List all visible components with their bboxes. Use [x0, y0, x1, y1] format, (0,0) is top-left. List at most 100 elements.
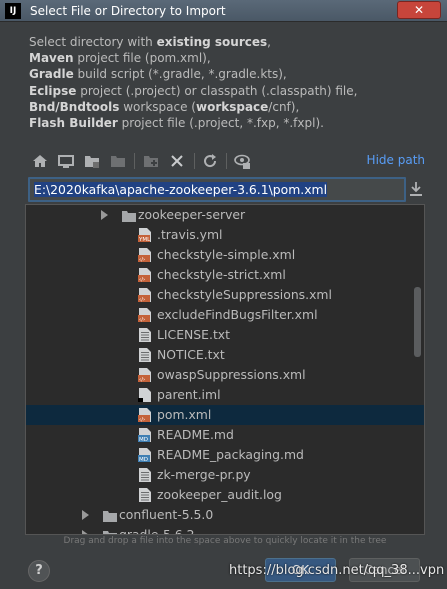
path-input[interactable]: E:\2020kafka\apache-zookeeper-3.6.1\pom.…	[28, 177, 406, 202]
tree-item-label: confluent-5.5.0	[119, 507, 214, 522]
tree-file-row[interactable]: zk-merge-pr.py	[26, 465, 424, 485]
description-text: ,	[267, 35, 271, 49]
tree-item-label: gradle-5.6.2	[119, 527, 195, 535]
path-row: E:\2020kafka\apache-zookeeper-3.6.1\pom.…	[25, 177, 425, 203]
desktop-icon[interactable]	[57, 152, 75, 170]
md-file-icon: MD	[138, 428, 151, 443]
description-text: /cnf),	[268, 99, 300, 114]
expand-arrow-icon[interactable]	[82, 510, 89, 520]
tree-item-label: zookeeper_audit.log	[157, 487, 282, 502]
svg-text:MD: MD	[139, 457, 148, 463]
show-hidden-icon[interactable]	[233, 152, 251, 170]
tree-item-label: checkstyle-strict.xml	[157, 267, 286, 282]
tree-folder-row[interactable]: gradle-5.6.2	[26, 525, 424, 535]
description-keyword: workspace	[195, 99, 269, 114]
tree-file-row[interactable]: ‹/› excludeFindBugsFilter.xml	[26, 305, 424, 325]
tree-item-label: LICENSE.txt	[157, 327, 230, 342]
tree-file-row[interactable]: LICENSE.txt	[26, 325, 424, 345]
tree-file-row[interactable]: zookeeper_audit.log	[26, 485, 424, 505]
description-text: build script (*.gradle, *.gradle.kts),	[73, 67, 287, 82]
tree-file-row[interactable]: parent.iml	[26, 385, 424, 405]
tree-file-row[interactable]: ‹/› checkstyleSuppressions.xml	[26, 285, 424, 305]
md-file-icon: MD	[138, 448, 151, 463]
project-folder-icon[interactable]	[83, 152, 101, 170]
svg-text:‹/›: ‹/›	[139, 277, 145, 283]
tree-file-row[interactable]: ‹/› checkstyle-simple.xml	[26, 245, 424, 265]
tree-item-label: README.md	[157, 427, 234, 442]
text-file-icon	[139, 488, 151, 502]
svg-text:‹/›: ‹/›	[139, 257, 145, 263]
description-line: Select directory with existing sources,	[29, 34, 429, 50]
intellij-app-icon: IJ	[5, 3, 21, 19]
description-keyword: Flash Builder	[29, 116, 118, 131]
file-tree[interactable]: zookeeper-server YML .travis.yml ‹/› checkst…	[25, 204, 425, 535]
xml-file-icon: ‹/›	[138, 308, 151, 323]
text-file-icon	[139, 468, 151, 482]
tree-item-label: checkstyleSuppressions.xml	[157, 287, 332, 302]
toolbar-separator	[134, 153, 135, 169]
xml-file-icon: ‹/›	[138, 408, 151, 423]
tree-item-label: excludeFindBugsFilter.xml	[157, 307, 318, 322]
refresh-icon[interactable]	[201, 152, 219, 170]
iml-file-icon	[138, 388, 151, 402]
folder-icon	[103, 511, 117, 522]
download-icon[interactable]	[409, 181, 423, 197]
description-text: workspace (	[119, 99, 196, 114]
svg-text:‹/›: ‹/›	[139, 377, 145, 383]
xml-file-icon: ‹/›	[138, 288, 151, 303]
tree-file-row[interactable]: MD README.md	[26, 425, 424, 445]
description-line: Bnd/Bndtools workspace (workspace/cnf),	[29, 99, 429, 115]
svg-text:‹/›: ‹/›	[139, 297, 145, 303]
tree-item-label: owaspSuppressions.xml	[157, 367, 306, 382]
expand-arrow-icon[interactable]	[82, 530, 89, 534]
tree-item-label: zookeeper-server	[138, 207, 246, 222]
svg-text:YML: YML	[138, 237, 151, 243]
svg-text:MD: MD	[139, 437, 148, 443]
svg-text:‹/›: ‹/›	[139, 317, 145, 323]
home-icon[interactable]	[31, 152, 49, 170]
new-folder-icon[interactable]	[142, 152, 160, 170]
xml-file-icon: ‹/›	[138, 248, 151, 263]
folder-icon	[122, 211, 136, 222]
hide-path-link[interactable]: Hide path	[367, 153, 425, 167]
delete-icon[interactable]	[168, 152, 186, 170]
description-text: Select directory with	[29, 35, 157, 49]
description-line: Flash Builder project file (.project, *.…	[29, 115, 429, 131]
svg-text:‹/›: ‹/›	[139, 417, 145, 423]
description-line: Eclipse project (.project) or classpath …	[29, 83, 429, 99]
tree-file-row[interactable]: ‹/› checkstyle-strict.xml	[26, 265, 424, 285]
xml-file-icon: ‹/›	[138, 368, 151, 383]
tree-file-row[interactable]: ‹/› pom.xml	[26, 405, 424, 425]
text-file-icon	[139, 348, 151, 362]
tree-item-label: .travis.yml	[157, 227, 223, 242]
description-keyword: existing sources	[156, 35, 268, 49]
tree-item-label: parent.iml	[157, 387, 221, 402]
tree-file-row[interactable]: NOTICE.txt	[26, 345, 424, 365]
description-keyword: Gradle	[29, 67, 74, 82]
tree-item-label: pom.xml	[157, 407, 212, 422]
tree-file-row[interactable]: YML .travis.yml	[26, 225, 424, 245]
text-file-icon	[139, 328, 151, 342]
yml-file-icon: YML	[138, 228, 151, 243]
tree-scrollbar[interactable]	[414, 287, 421, 357]
tree-file-row[interactable]: ‹/› owaspSuppressions.xml	[26, 365, 424, 385]
toolbar-separator	[194, 153, 195, 169]
expand-arrow-icon[interactable]	[101, 210, 108, 220]
file-chooser-toolbar: Hide path	[25, 150, 425, 172]
close-button[interactable]: ✕	[397, 1, 441, 19]
help-button[interactable]: ?	[28, 560, 50, 582]
drag-drop-hint: Drag and drop a file into the space abov…	[63, 536, 387, 546]
description-keyword: Bnd/Bndtools	[29, 99, 120, 114]
tree-item-label: zk-merge-pr.py	[157, 467, 251, 482]
tree-folder-row[interactable]: confluent-5.5.0	[26, 505, 424, 525]
module-folder-icon[interactable]	[109, 152, 127, 170]
import-description: Select directory with existing sources, M…	[29, 34, 429, 131]
description-text: project (.project) or classpath (.classp…	[76, 83, 358, 98]
tree-file-row[interactable]: MD README_packaging.md	[26, 445, 424, 465]
description-line: Gradle build script (*.gradle, *.gradle.…	[29, 66, 429, 82]
tree-folder-row[interactable]: zookeeper-server	[26, 205, 424, 225]
watermark-text: https://blog.csdn.net/qq_38...vpn	[229, 563, 445, 578]
title-bar: IJ Select File or Directory to Import ✕	[0, 0, 447, 22]
description-keyword: Maven	[29, 51, 74, 66]
description-keyword: Eclipse	[29, 83, 77, 98]
